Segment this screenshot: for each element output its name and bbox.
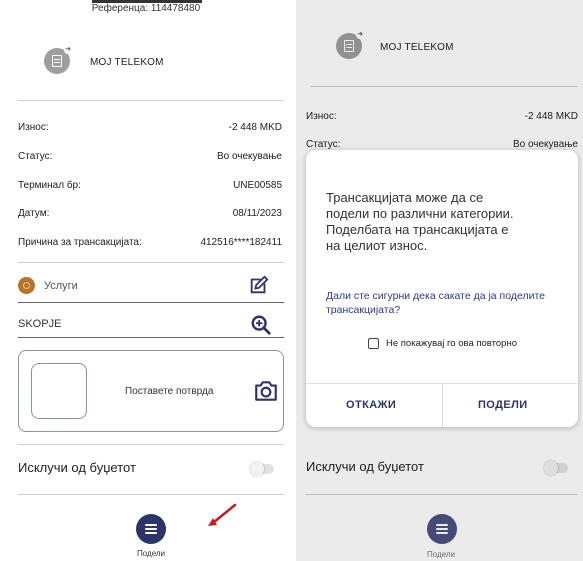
exclude-from-budget-label: Исклучи од буџетот (18, 460, 136, 475)
split-button-label: Подели (137, 549, 166, 558)
detail-row-amount: Износ: -2 448 MKD (18, 122, 282, 133)
location-underline (18, 337, 284, 338)
detail-label: Причина за трансакцијата: (18, 237, 142, 248)
divider (18, 494, 284, 495)
detail-value: Во очекување (216, 151, 282, 162)
detail-label: Датум: (18, 208, 50, 219)
cancel-button[interactable]: ОТКАЖИ (346, 399, 396, 411)
detail-row-status: Статус: Во очекување (18, 151, 282, 162)
detail-label: Износ: (18, 122, 49, 133)
edit-icon[interactable] (248, 274, 270, 296)
split-confirm-button[interactable]: ПОДЕЛИ (478, 399, 528, 411)
category-label[interactable]: Услуги (44, 280, 78, 292)
left-screen: Референца: 114478480 ➜ MOJ TELEKOM Износ… (0, 0, 292, 561)
camera-icon[interactable] (253, 378, 279, 404)
merchant-name: MOJ TELEKOM (90, 57, 164, 68)
detail-label: Статус: (18, 151, 53, 162)
zoom-search-icon[interactable] (250, 314, 272, 336)
detail-row-terminal: Терминал бр: UNE00585 (18, 180, 282, 191)
location-label: SKOPJE (18, 318, 62, 330)
split-confirm-dialog: Трансакцијата може да се подели по разли… (306, 150, 578, 427)
reference-number: Референца: 114478480 (91, 3, 201, 14)
receipt-thumbnail (31, 363, 87, 419)
right-screen: ➜ MOJ TELEKOM Износ: -2 448 MKD Статус: … (296, 0, 583, 561)
split-button[interactable] (136, 514, 166, 544)
receipt-upload-label: Поставете потврда (125, 386, 214, 397)
dialog-message: Трансакцијата може да се подели по разли… (326, 190, 514, 253)
category-underline (18, 302, 284, 303)
dialog-question: Дали сте сигурни дека сакате да ја подел… (326, 290, 545, 316)
detail-label: Терминал бр: (18, 180, 81, 191)
category-services-icon[interactable] (18, 277, 35, 294)
divider (18, 100, 284, 101)
dont-show-again-checkbox[interactable] (368, 338, 379, 349)
detail-row-reason: Причина за трансакцијата: 412516****1824… (18, 237, 282, 248)
merchant-logo-icon: ➜ (44, 46, 72, 74)
divider (18, 262, 284, 263)
annotation-arrow-icon (208, 503, 237, 526)
receipt-upload-card[interactable]: Поставете потврда (18, 350, 284, 432)
detail-value: UNE00585 (233, 180, 282, 191)
dont-show-again-label[interactable]: Не покажувај го ова повторно (386, 338, 517, 349)
detail-value: 08/11/2023 (232, 208, 282, 219)
menu-lines-icon (145, 524, 157, 534)
detail-value: 412516****182411 (200, 237, 282, 248)
exclude-from-budget-toggle[interactable] (250, 462, 274, 476)
dialog-button-separator (442, 383, 443, 427)
detail-row-date: Датум: 08/11/2023 (18, 208, 282, 219)
detail-value: -2 448 MKD (228, 122, 282, 133)
divider (18, 444, 284, 445)
